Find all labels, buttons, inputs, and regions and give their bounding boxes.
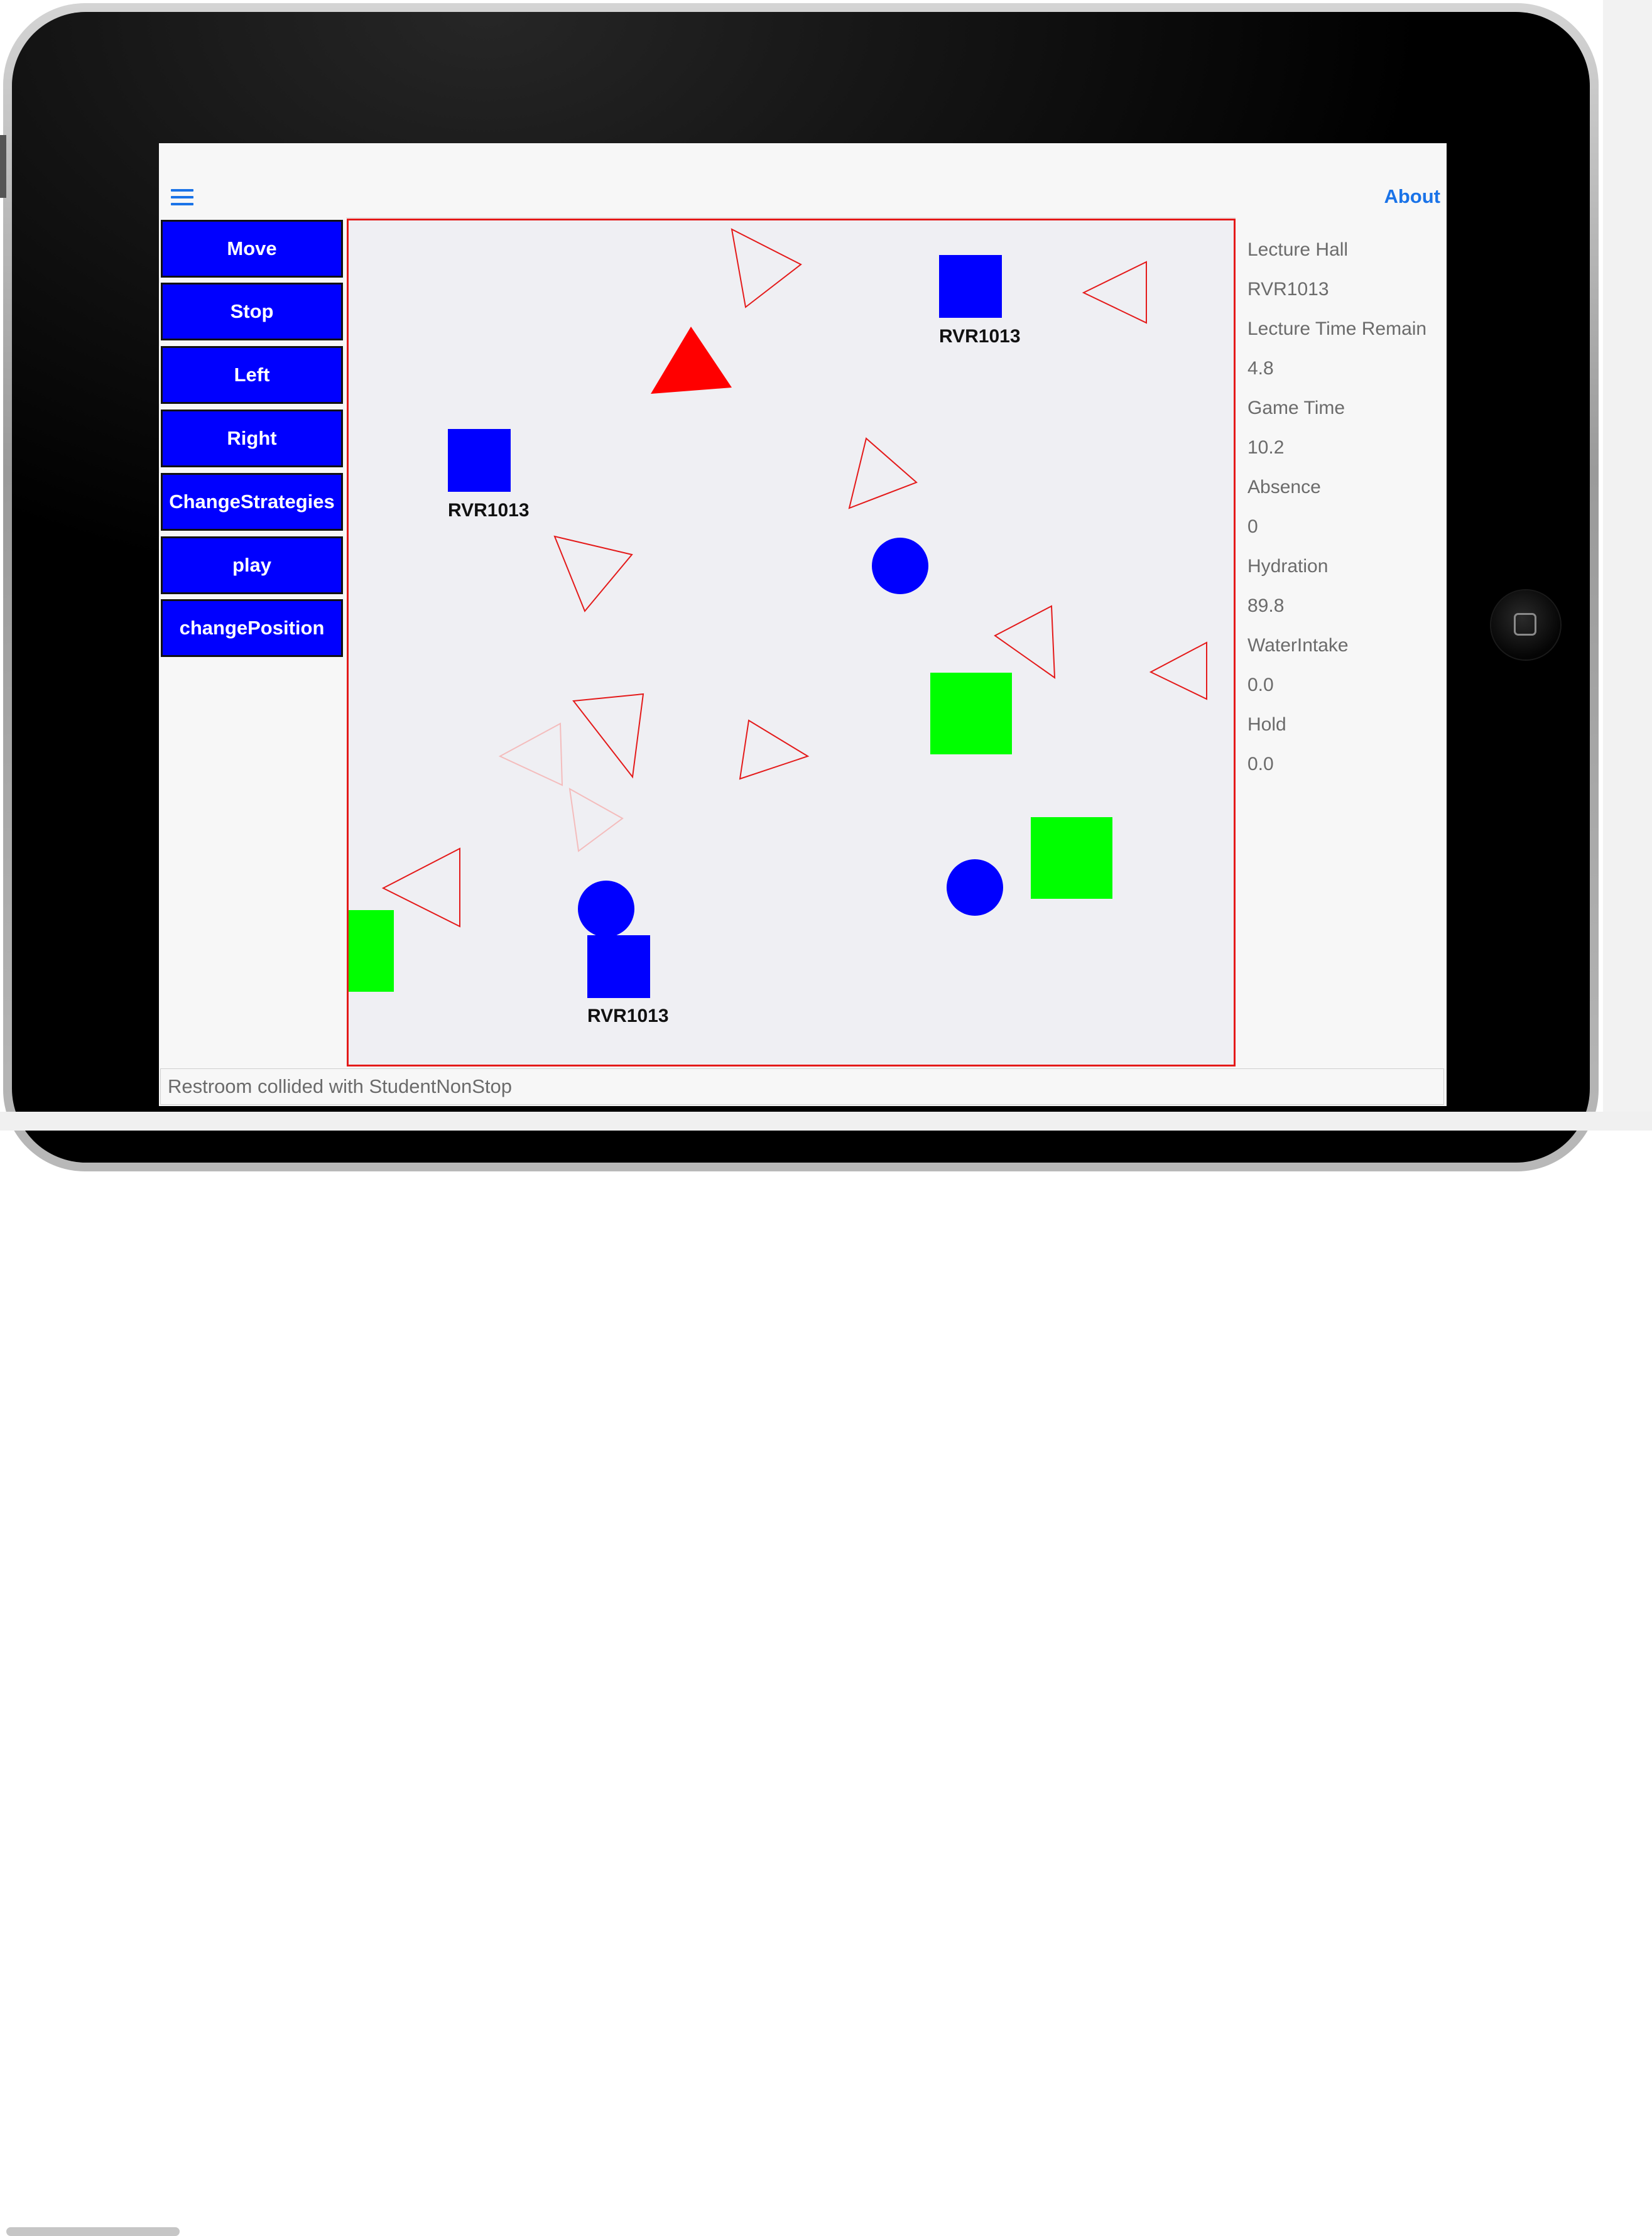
change-strategies-button[interactable]: ChangeStrategies — [161, 473, 343, 531]
title-bar: About — [159, 143, 1447, 218]
lecture-time-remain-value: 4.8 — [1247, 358, 1274, 379]
student-circle[interactable] — [947, 859, 1003, 916]
outline-triangle — [994, 605, 1056, 679]
page-background-strip — [1603, 0, 1652, 1131]
device-side-button — [0, 135, 6, 198]
outline-triangle — [568, 788, 624, 852]
about-link[interactable]: About — [1384, 185, 1440, 208]
hold-value: 0.0 — [1247, 754, 1274, 774]
game-map[interactable]: RVR1013 RVR1013 RVR1013 — [347, 219, 1236, 1066]
player-triangle[interactable] — [651, 327, 732, 394]
water-intake-value: 0.0 — [1247, 675, 1274, 695]
game-time-heading: Game Time — [1247, 398, 1345, 418]
absence-value: 0 — [1247, 516, 1258, 537]
move-button[interactable]: Move — [161, 220, 343, 278]
app-screen: About Move Stop Left Right ChangeStrateg… — [159, 143, 1447, 1106]
outline-triangle — [572, 693, 644, 779]
home-button[interactable] — [1491, 590, 1560, 659]
status-message-bar: Restroom collided with StudentNonStop — [160, 1068, 1444, 1105]
student-circle[interactable] — [872, 538, 928, 594]
lecture-hall-square[interactable] — [587, 935, 650, 998]
right-button[interactable]: Right — [161, 410, 343, 467]
restroom-square[interactable] — [349, 910, 394, 992]
absence-heading: Absence — [1247, 477, 1321, 497]
outline-triangle — [739, 719, 810, 780]
home-square-icon — [1514, 613, 1536, 636]
lecture-hall-label: RVR1013 — [587, 1006, 669, 1026]
outline-triangle — [381, 847, 460, 928]
play-button[interactable]: play — [161, 536, 343, 594]
hydration-heading: Hydration — [1247, 556, 1329, 577]
stop-button[interactable]: Stop — [161, 283, 343, 340]
outline-triangle — [553, 535, 633, 612]
status-info-panel: Lecture Hall RVR1013 Lecture Time Remain… — [1236, 217, 1447, 1066]
lecture-hall-value: RVR1013 — [1247, 279, 1329, 300]
outline-triangle — [1149, 641, 1207, 700]
lecture-hall-square[interactable] — [939, 255, 1002, 318]
water-intake-heading: WaterIntake — [1247, 635, 1349, 656]
restroom-square[interactable] — [1031, 817, 1112, 899]
change-position-button[interactable]: changePosition — [161, 599, 343, 657]
outline-triangle — [498, 722, 563, 786]
hydration-value: 89.8 — [1247, 595, 1285, 616]
command-panel: Move Stop Left Right ChangeStrategies pl… — [159, 217, 346, 1066]
lecture-hall-label: RVR1013 — [448, 500, 530, 521]
left-button[interactable]: Left — [161, 346, 343, 404]
outline-triangle — [848, 437, 918, 509]
outline-triangle — [731, 228, 802, 308]
outline-triangle — [1082, 261, 1147, 324]
horizontal-scrollbar-thumb[interactable] — [6, 2227, 180, 2236]
lecture-time-remain-heading: Lecture Time Remain — [1247, 318, 1427, 339]
game-map-canvas: RVR1013 RVR1013 RVR1013 — [349, 228, 1207, 1026]
lecture-hall-square[interactable] — [448, 429, 511, 492]
game-time-value: 10.2 — [1247, 437, 1285, 458]
student-circle[interactable] — [578, 881, 634, 937]
hamburger-menu-icon[interactable] — [171, 189, 193, 205]
hold-heading: Hold — [1247, 714, 1286, 735]
horizontal-scrollbar-track[interactable] — [0, 1112, 1652, 2236]
lecture-hall-label: RVR1013 — [939, 326, 1021, 347]
restroom-square[interactable] — [930, 673, 1012, 754]
lecture-hall-heading: Lecture Hall — [1247, 239, 1349, 260]
